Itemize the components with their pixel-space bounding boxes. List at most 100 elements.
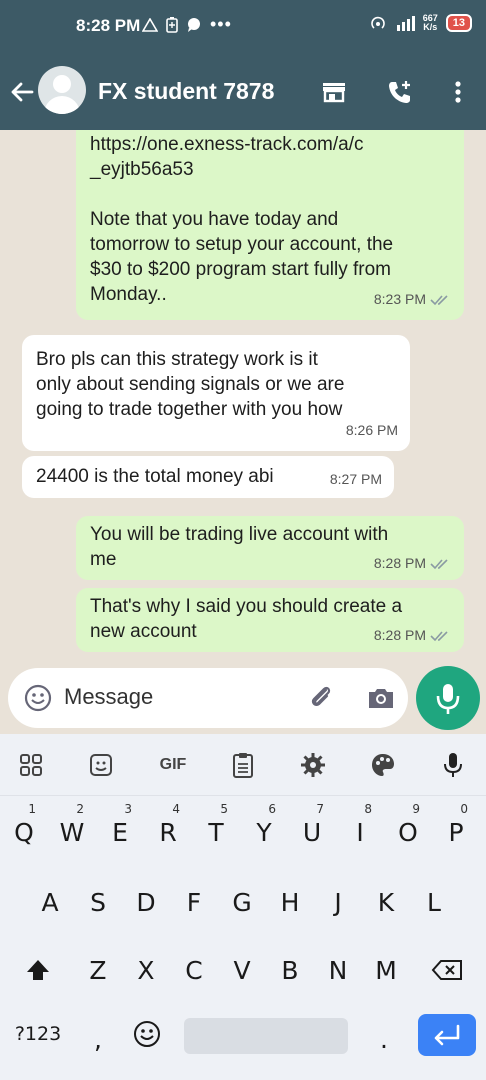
key-number-hint: 7 [316, 802, 324, 816]
message-bubble-outgoing[interactable]: https://one.exness-track.com/a/c _eyjtb5… [76, 130, 464, 320]
period-key[interactable]: . [362, 1004, 406, 1064]
key-l[interactable]: L [410, 872, 458, 932]
key-y[interactable]: Y6 [240, 802, 288, 862]
add-call-icon[interactable] [386, 78, 414, 106]
key-x[interactable]: X [122, 940, 170, 1000]
chat-area[interactable]: https://one.exness-track.com/a/c _eyjtb5… [0, 130, 486, 666]
key-w[interactable]: W2 [48, 802, 96, 862]
key-k[interactable]: K [362, 872, 410, 932]
back-arrow-icon[interactable] [8, 78, 36, 106]
avatar[interactable] [38, 66, 86, 114]
settings-gear-icon[interactable] [296, 750, 330, 780]
camera-icon[interactable] [366, 684, 396, 712]
key-label: O [398, 817, 418, 847]
key-row-4: ?123 , . [0, 1004, 486, 1064]
status-time: 8:28 PM [76, 16, 141, 35]
message-meta: 8:28 PM [374, 551, 452, 576]
enter-key[interactable] [418, 1014, 476, 1056]
message-bubble-outgoing[interactable]: You will be trading live account with me… [76, 516, 464, 580]
key-row-3: Z X C V B N M [0, 940, 486, 1000]
contact-name[interactable]: FX student 7878 [98, 78, 274, 105]
key-d[interactable]: D [122, 872, 170, 932]
message-input[interactable] [64, 684, 294, 710]
shift-icon [27, 960, 49, 980]
emoji-icon [134, 1021, 160, 1047]
key-j[interactable]: J [314, 872, 362, 932]
status-bar: 8:28 PM ••• 667 K/s 13 [0, 0, 486, 56]
key-h[interactable]: H [266, 872, 314, 932]
key-c[interactable]: C [170, 940, 218, 1000]
message-time: 8:28 PM [373, 555, 426, 571]
key-label: Q [14, 817, 34, 847]
key-g[interactable]: G [218, 872, 266, 932]
enter-arrow-icon [434, 1024, 460, 1046]
message-bubble-outgoing[interactable]: That's why I said you should create a ne… [76, 588, 464, 652]
key-p[interactable]: P0 [432, 802, 480, 862]
key-number-hint: 9 [412, 802, 420, 816]
emoji-key[interactable] [124, 1004, 170, 1064]
message-field[interactable] [8, 668, 408, 728]
attach-icon[interactable] [306, 682, 336, 712]
key-m[interactable]: M [362, 940, 410, 1000]
key-number-hint: 8 [364, 802, 372, 816]
sticker-icon[interactable] [84, 750, 118, 780]
key-i[interactable]: I8 [336, 802, 384, 862]
double-check-icon [430, 630, 448, 641]
warning-icon [142, 17, 158, 32]
gif-button[interactable]: GIF [152, 750, 194, 780]
message-meta: 8:27 PM [330, 467, 382, 492]
key-label: R [159, 817, 177, 847]
key-b[interactable]: B [266, 940, 314, 1000]
network-speed-unit: K/s [423, 22, 438, 32]
chat-bubble-icon [188, 17, 200, 32]
key-s[interactable]: S [74, 872, 122, 932]
emoji-icon[interactable] [24, 684, 52, 712]
key-v[interactable]: V [218, 940, 266, 1000]
key-u[interactable]: U7 [288, 802, 336, 862]
key-z[interactable]: Z [74, 940, 122, 1000]
store-icon[interactable] [320, 78, 348, 106]
key-number-hint: 2 [76, 802, 84, 816]
message-bubble-incoming[interactable]: Bro pls can this strategy work is it onl… [22, 335, 410, 451]
key-o[interactable]: O9 [384, 802, 432, 862]
chat-header: FX student 7878 [0, 56, 486, 130]
key-number-hint: 1 [28, 802, 36, 816]
message-text: 24400 is the total money abi [36, 466, 274, 487]
key-number-hint: 3 [124, 802, 132, 816]
composer-bar [0, 666, 486, 734]
voice-record-button[interactable] [416, 666, 480, 730]
keyboard-toolbar: GIF [0, 734, 486, 796]
backspace-icon [431, 960, 462, 980]
theme-palette-icon[interactable] [366, 750, 400, 780]
key-row-2: A S D F G H J K L [0, 872, 486, 932]
clipboard-icon[interactable] [226, 750, 260, 780]
keyboard-mic-icon[interactable] [436, 750, 470, 780]
key-number-hint: 4 [172, 802, 180, 816]
key-f[interactable]: F [170, 872, 218, 932]
network-speed: 667 K/s [423, 14, 438, 32]
message-meta: 8:26 PM [346, 418, 398, 443]
battery-saver-icon [166, 16, 178, 33]
space-bar[interactable] [184, 1018, 348, 1054]
apps-grid-icon[interactable] [14, 750, 48, 780]
comma-key[interactable]: , [76, 1004, 120, 1064]
key-number-hint: 6 [268, 802, 276, 816]
backspace-key[interactable] [420, 940, 474, 1000]
message-time: 8:28 PM [373, 627, 426, 643]
shift-key[interactable] [14, 940, 62, 1000]
mic-icon [436, 684, 460, 714]
message-text: https://one.exness-track.com/a/c _eyjtb5… [90, 134, 394, 305]
symbols-key[interactable]: ?123 [8, 1004, 68, 1064]
key-r[interactable]: R4 [144, 802, 192, 862]
key-t[interactable]: T5 [192, 802, 240, 862]
key-number-hint: 5 [220, 802, 228, 816]
message-bubble-incoming[interactable]: 24400 is the total money abi 8:27 PM [22, 456, 394, 498]
more-options-icon[interactable] [444, 78, 472, 106]
key-label: P [448, 817, 464, 847]
battery-indicator: 13 [445, 14, 472, 32]
key-e[interactable]: E3 [96, 802, 144, 862]
key-n[interactable]: N [314, 940, 362, 1000]
more-notifications-icon: ••• [210, 14, 232, 34]
key-a[interactable]: A [26, 872, 74, 932]
key-q[interactable]: Q1 [0, 802, 48, 862]
